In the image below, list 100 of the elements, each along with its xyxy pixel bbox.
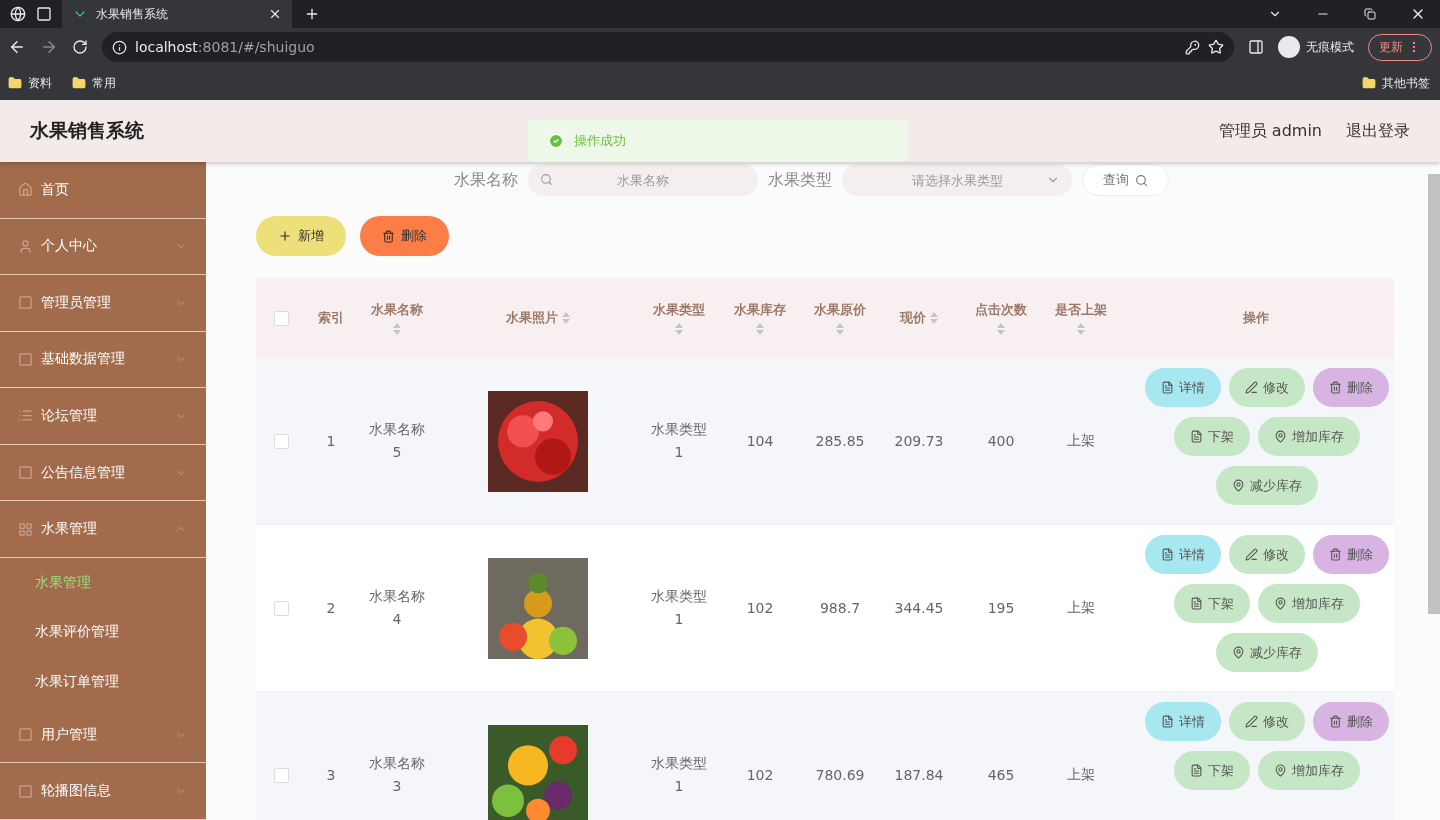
table-cell: 400 [987,433,1015,449]
info-icon[interactable] [112,39,127,55]
column-header: 水果名称 [371,301,423,319]
table-cell: 104 [746,433,774,449]
grid-icon [18,521,33,537]
pin-icon [1232,479,1245,492]
document-icon [1161,548,1174,561]
delete-button[interactable]: 删除 [360,216,449,256]
table-cell-text: 水果类型1 [650,419,708,462]
column-header: 水果库存 [734,301,786,319]
globe-icon[interactable] [10,6,26,22]
trash-icon [1329,548,1342,561]
column-header: 水果类型 [653,301,705,319]
pin-icon [1232,646,1245,659]
pin-icon [1274,430,1287,443]
square-icon [18,783,33,799]
restore-icon[interactable] [1364,8,1376,20]
table-cell: 465 [987,767,1015,783]
back-icon[interactable] [8,38,26,56]
home-icon [18,182,33,198]
bookmark[interactable]: 常用 [72,74,116,92]
table-cell-text: 水果类型1 [650,586,708,629]
action-button[interactable]: 删除 [1313,368,1389,407]
action-button[interactable]: 修改 [1229,702,1305,741]
star-icon[interactable] [1208,39,1224,55]
list-icon [18,408,33,424]
table-cell: 上架 [1067,599,1095,617]
trash-icon [1329,381,1342,394]
plus-icon [278,229,292,243]
column-header: 是否上架 [1055,301,1107,319]
column-header: 操作 [1243,309,1269,327]
action-button[interactable]: 删除 [1313,535,1389,574]
checkbox[interactable] [273,767,289,783]
new-tab-icon[interactable] [304,6,320,22]
check-icon [548,133,564,149]
action-button[interactable]: 修改 [1229,535,1305,574]
column-header: 索引 [318,309,344,327]
submenu-item[interactable]: 水果订单管理 [0,657,206,707]
scrollbar[interactable] [1428,174,1440,614]
document-icon [1190,764,1203,777]
app-title: 水果销售系统 [30,118,144,143]
column-header: 点击次数 [975,301,1027,319]
address-bar[interactable]: localhost:8081/#/shuiguo [102,32,1234,62]
search-label: 水果类型 [768,169,832,191]
table-cell-text: 水果名称3 [368,753,426,796]
document-icon [1190,430,1203,443]
folder-icon [72,76,86,90]
logout-link[interactable]: 退出登录 [1346,120,1410,142]
table-cell: 209.73 [894,433,944,449]
action-button[interactable]: 下架 [1174,751,1250,790]
action-button[interactable]: 详情 [1145,368,1221,407]
window-icon[interactable] [36,6,52,22]
table-cell: 195 [987,600,1015,616]
close-icon[interactable] [268,7,282,21]
pen-icon [1245,381,1258,394]
checkbox[interactable] [273,600,289,616]
square-icon [18,727,33,743]
action-button[interactable]: 减少库存 [1216,466,1318,505]
table-cell: 187.84 [894,767,944,783]
pin-icon [1274,597,1287,610]
reload-icon[interactable] [72,39,88,55]
search-button[interactable]: 查询 [1082,164,1169,196]
checkbox[interactable] [273,310,289,326]
select-field[interactable]: 请选择水果类型 [842,164,1072,196]
side-panel-icon[interactable] [1248,39,1264,55]
add-button[interactable]: 新增 [256,216,346,256]
action-button[interactable]: 下架 [1174,584,1250,623]
action-button[interactable]: 增加库存 [1258,417,1360,456]
pen-icon [1245,548,1258,561]
key-icon[interactable] [1185,39,1200,55]
table-cell: 上架 [1067,432,1095,450]
bookmark[interactable]: 其他书签 [1362,74,1430,92]
action-button[interactable]: 详情 [1145,535,1221,574]
user-label: 管理员 admin [1218,120,1322,142]
table-cell: 2 [326,600,336,616]
action-button[interactable]: 下架 [1174,417,1250,456]
action-button[interactable]: 删除 [1313,702,1389,741]
action-button[interactable]: 增加库存 [1258,751,1360,790]
folder-icon [8,76,22,90]
table-cell-text: 水果类型1 [650,753,708,796]
action-button[interactable]: 修改 [1229,368,1305,407]
trash-icon [382,229,395,243]
search-field[interactable]: 水果名称 [528,164,758,196]
table-cell-text: 水果名称5 [368,419,426,462]
checkbox[interactable] [273,433,289,449]
table-cell: 285.85 [815,433,865,449]
action-button[interactable]: 减少库存 [1216,633,1318,672]
browser-tab[interactable]: 水果销售系统 [62,0,292,28]
search-icon [540,173,553,186]
bookmark[interactable]: 资料 [8,74,52,92]
trash-icon [1329,715,1342,728]
folder-icon [1362,76,1376,90]
search-label: 水果名称 [454,169,518,191]
table-cell: 102 [746,600,774,616]
forward-icon[interactable] [40,38,58,56]
table-cell: 1 [326,433,336,449]
action-button[interactable]: 增加库存 [1258,584,1360,623]
submenu-item[interactable]: 水果评价管理 [0,607,206,658]
document-icon [1161,715,1174,728]
action-button[interactable]: 详情 [1145,702,1221,741]
